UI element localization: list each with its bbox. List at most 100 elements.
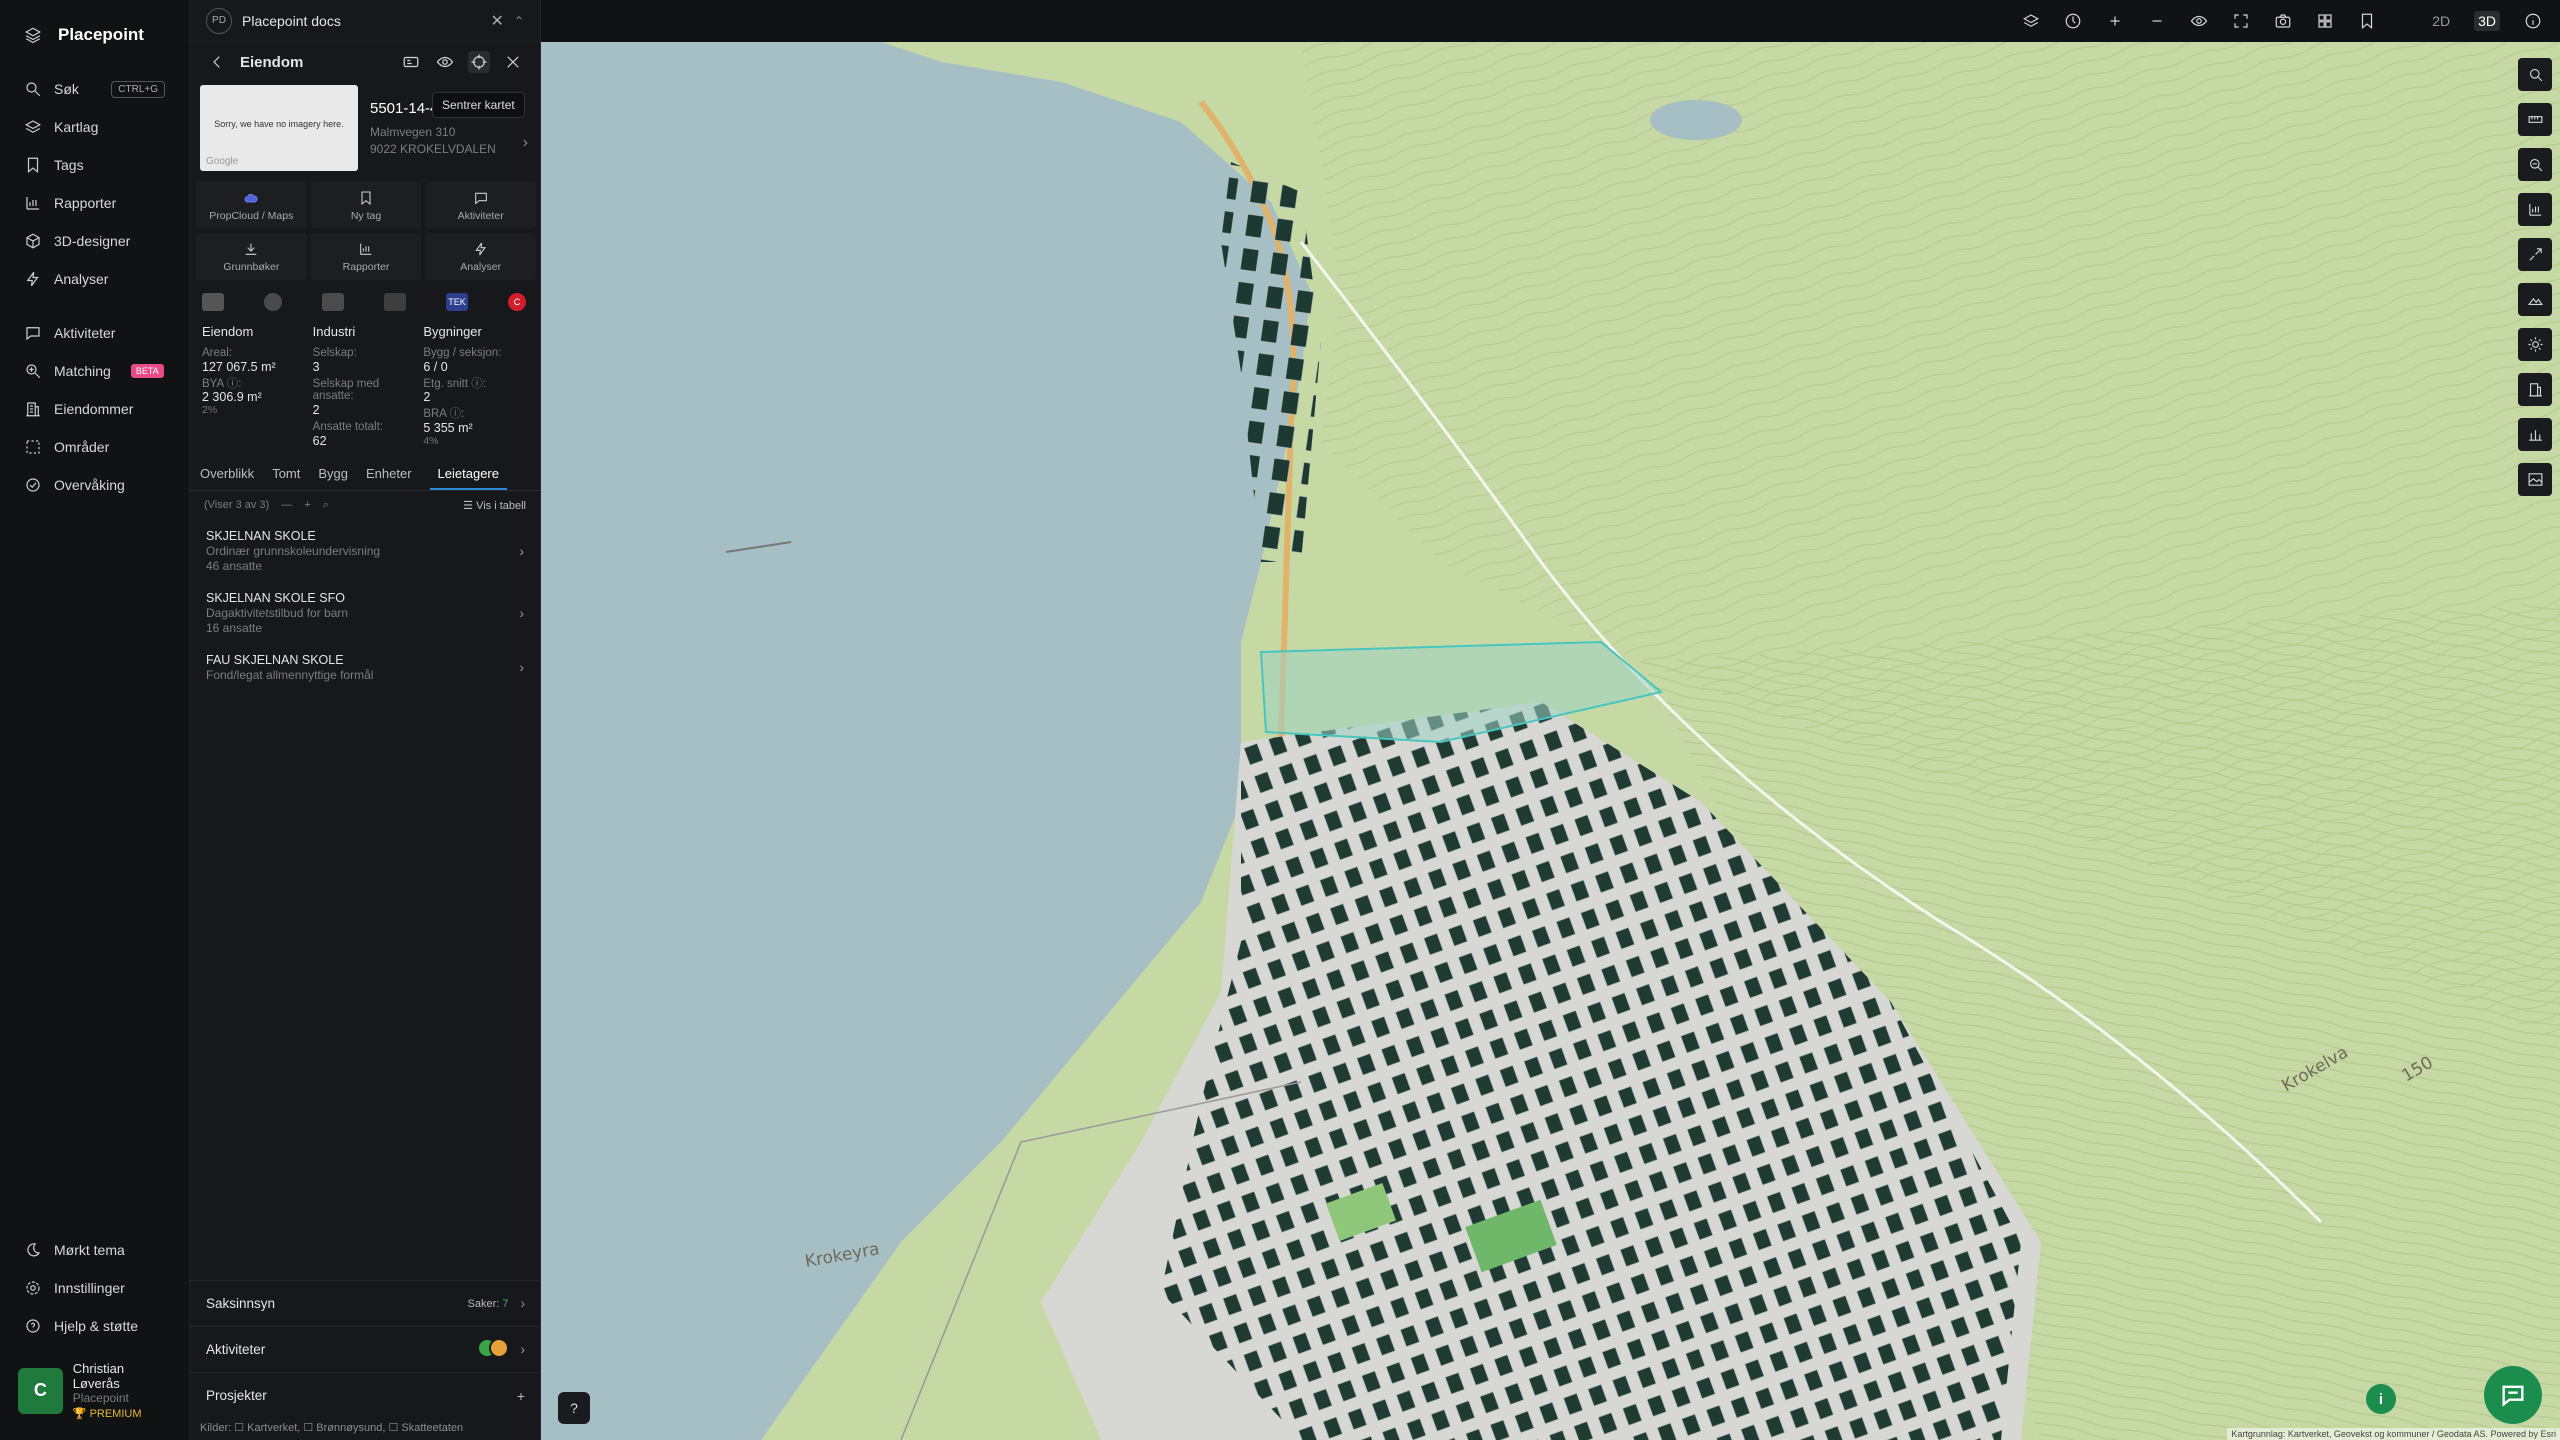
measure-button[interactable]: [2518, 103, 2552, 136]
export-button[interactable]: [2518, 463, 2552, 496]
property-thumbnail[interactable]: Sorry, we have no imagery here. Google: [200, 85, 358, 171]
chevron-right-icon: ›: [519, 604, 524, 621]
sidebar-item-dark-theme[interactable]: Mørkt tema: [0, 1231, 190, 1269]
map-canvas[interactable]: Krokeyra Krokelva 150: [541, 42, 2560, 1440]
tab-tomt[interactable]: Tomt: [272, 466, 300, 490]
source-globe-icon[interactable]: [264, 293, 282, 311]
plus-icon[interactable]: +: [304, 499, 310, 511]
close-icon[interactable]: ✕: [491, 11, 504, 31]
chevron-updown-icon[interactable]: ⌃: [514, 14, 524, 28]
stat-label: BYA ⓘ:: [202, 377, 242, 390]
section-prosjekter[interactable]: Prosjekter +: [190, 1372, 541, 1418]
stats-button[interactable]: [2518, 193, 2552, 226]
zoom-in-icon[interactable]: [2106, 12, 2124, 30]
brand[interactable]: Placepoint: [0, 0, 189, 70]
sidebar-item-help[interactable]: Hjelp & støtte: [0, 1307, 190, 1345]
activities-button[interactable]: Aktiviteter: [425, 182, 536, 229]
profile-chart-icon: [2528, 430, 2542, 441]
sidebar-item-label: Overvåking: [54, 477, 125, 493]
bookmark-icon[interactable]: [2358, 12, 2376, 30]
info-button[interactable]: i: [2366, 1384, 2396, 1414]
moon-icon: [27, 1243, 41, 1257]
profile-button[interactable]: [2518, 418, 2552, 451]
sidebar-item-aktiviteter[interactable]: Aktiviteter: [0, 314, 189, 352]
chevron-right-icon[interactable]: ›: [523, 134, 528, 152]
stats-grid: Eiendom Areal: 127 067.5 m² BYA ⓘ: 2 306…: [190, 316, 540, 452]
layers-stack-icon[interactable]: [2022, 12, 2040, 30]
new-tag-button[interactable]: Ny tag: [310, 182, 422, 229]
info-icon[interactable]: [2524, 12, 2542, 30]
land-register-button[interactable]: Grunnbøker: [196, 233, 307, 280]
stat-label: Areal:: [202, 347, 233, 359]
camera-icon[interactable]: [2274, 12, 2292, 30]
bolt-icon: [26, 271, 39, 287]
sidebar-item-label: Områder: [54, 439, 110, 455]
sidebar-item-settings[interactable]: Innstillinger: [0, 1269, 190, 1307]
compass-icon[interactable]: [2064, 12, 2082, 30]
cases-label: Saker:: [467, 1297, 500, 1310]
minus-icon[interactable]: —: [281, 499, 292, 511]
map-view[interactable]: Krokeyra Krokelva 150 Kartgrunnlag: Kart…: [541, 42, 2560, 1440]
source-tek-icon[interactable]: TEK: [446, 293, 468, 311]
workspace-title[interactable]: Placepoint docs: [242, 13, 341, 29]
list-item[interactable]: FAU SKJELNAN SKOLE Fond/legat allmennytt…: [190, 644, 540, 691]
analyses-button[interactable]: Analyser: [425, 233, 536, 280]
map-search-button[interactable]: [2518, 58, 2552, 91]
sidebar-item-eiendommer[interactable]: Eiendommer: [0, 390, 189, 428]
tab-overblikk[interactable]: Overblikk: [200, 466, 254, 490]
action-label: Analyser: [460, 260, 502, 273]
eye-icon[interactable]: [2190, 12, 2208, 30]
section-aktiviteter[interactable]: Aktiviteter ›: [190, 1326, 541, 1372]
tenant-employees: 46 ansatte: [206, 558, 263, 573]
fullscreen-icon[interactable]: [2232, 12, 2250, 30]
search-icon[interactable]: ⌕: [323, 499, 329, 512]
eye-icon[interactable]: [434, 51, 456, 73]
list-item[interactable]: SKJELNAN SKOLE Ordinær grunnskoleundervi…: [190, 520, 540, 582]
stat-percent: 4%: [423, 434, 439, 447]
tab-bygg[interactable]: Bygg: [318, 466, 348, 490]
user-card[interactable]: C Christian Løverås Placepoint 🏆 PREMIUM: [16, 1359, 174, 1422]
show-table-button[interactable]: ☰ Vis i tabell: [463, 499, 526, 512]
propcloud-button[interactable]: PropCloud / Maps: [196, 182, 307, 229]
id-card-icon[interactable]: [400, 51, 422, 73]
sidebar-item-omrader[interactable]: Områder: [0, 428, 189, 466]
inspect-button[interactable]: [2518, 148, 2552, 181]
sidebar-item-kartlag[interactable]: Kartlag: [0, 108, 189, 146]
tab-enheter[interactable]: Enheter: [366, 466, 412, 490]
chat-icon: [474, 192, 487, 204]
sidebar-item-3d-designer[interactable]: 3D-designer: [0, 222, 189, 260]
sidebar-item-matching[interactable]: Matching BETA: [0, 352, 189, 390]
app-name: Placepoint: [58, 25, 144, 44]
back-icon[interactable]: [206, 51, 228, 73]
grid-icon[interactable]: [2316, 12, 2334, 30]
tenant-description: Fond/legat allmennyttige formål: [206, 667, 374, 682]
sidebar-item-overvaking[interactable]: Overvåking: [0, 466, 189, 504]
section-saksinnsyn[interactable]: Saksinnsyn Saker: 7 ›: [190, 1280, 541, 1326]
building-button[interactable]: [2518, 373, 2552, 406]
tab-leietagere[interactable]: Leietagere: [429, 466, 507, 490]
mode-3d-toggle[interactable]: 3D: [2474, 11, 2500, 31]
source-c-icon[interactable]: C: [508, 293, 526, 311]
map-help-button[interactable]: ?: [558, 1392, 590, 1424]
panel-title: Eiendom: [240, 53, 304, 71]
add-project-icon[interactable]: +: [517, 1388, 525, 1404]
sidebar-item-analyser[interactable]: Analyser: [0, 260, 189, 298]
sun-button[interactable]: [2518, 328, 2552, 361]
sidebar-item-rapporter[interactable]: Rapporter: [0, 184, 189, 222]
mode-2d-toggle[interactable]: 2D: [2432, 13, 2450, 29]
center-map-icon[interactable]: [468, 51, 490, 73]
source-plant-icon[interactable]: [322, 293, 344, 311]
source-ssb-icon[interactable]: [202, 293, 224, 311]
chat-button[interactable]: [2484, 1366, 2542, 1424]
list-item[interactable]: SKJELNAN SKOLE SFO Dagaktivitetstilbud f…: [190, 582, 540, 644]
show-table-label: Vis i tabell: [476, 499, 526, 512]
stat-label: Ansatte totalt:: [312, 420, 383, 433]
reports-button[interactable]: Rapporter: [310, 233, 422, 280]
sidebar-item-tags[interactable]: Tags: [0, 146, 189, 184]
close-panel-icon[interactable]: [502, 51, 524, 73]
zoom-out-icon[interactable]: [2148, 12, 2166, 30]
transform-button[interactable]: [2518, 238, 2552, 271]
terrain-button[interactable]: [2518, 283, 2552, 316]
source-bars-icon[interactable]: [384, 293, 406, 311]
sidebar-item-sok[interactable]: Søk CTRL+G: [0, 70, 189, 108]
